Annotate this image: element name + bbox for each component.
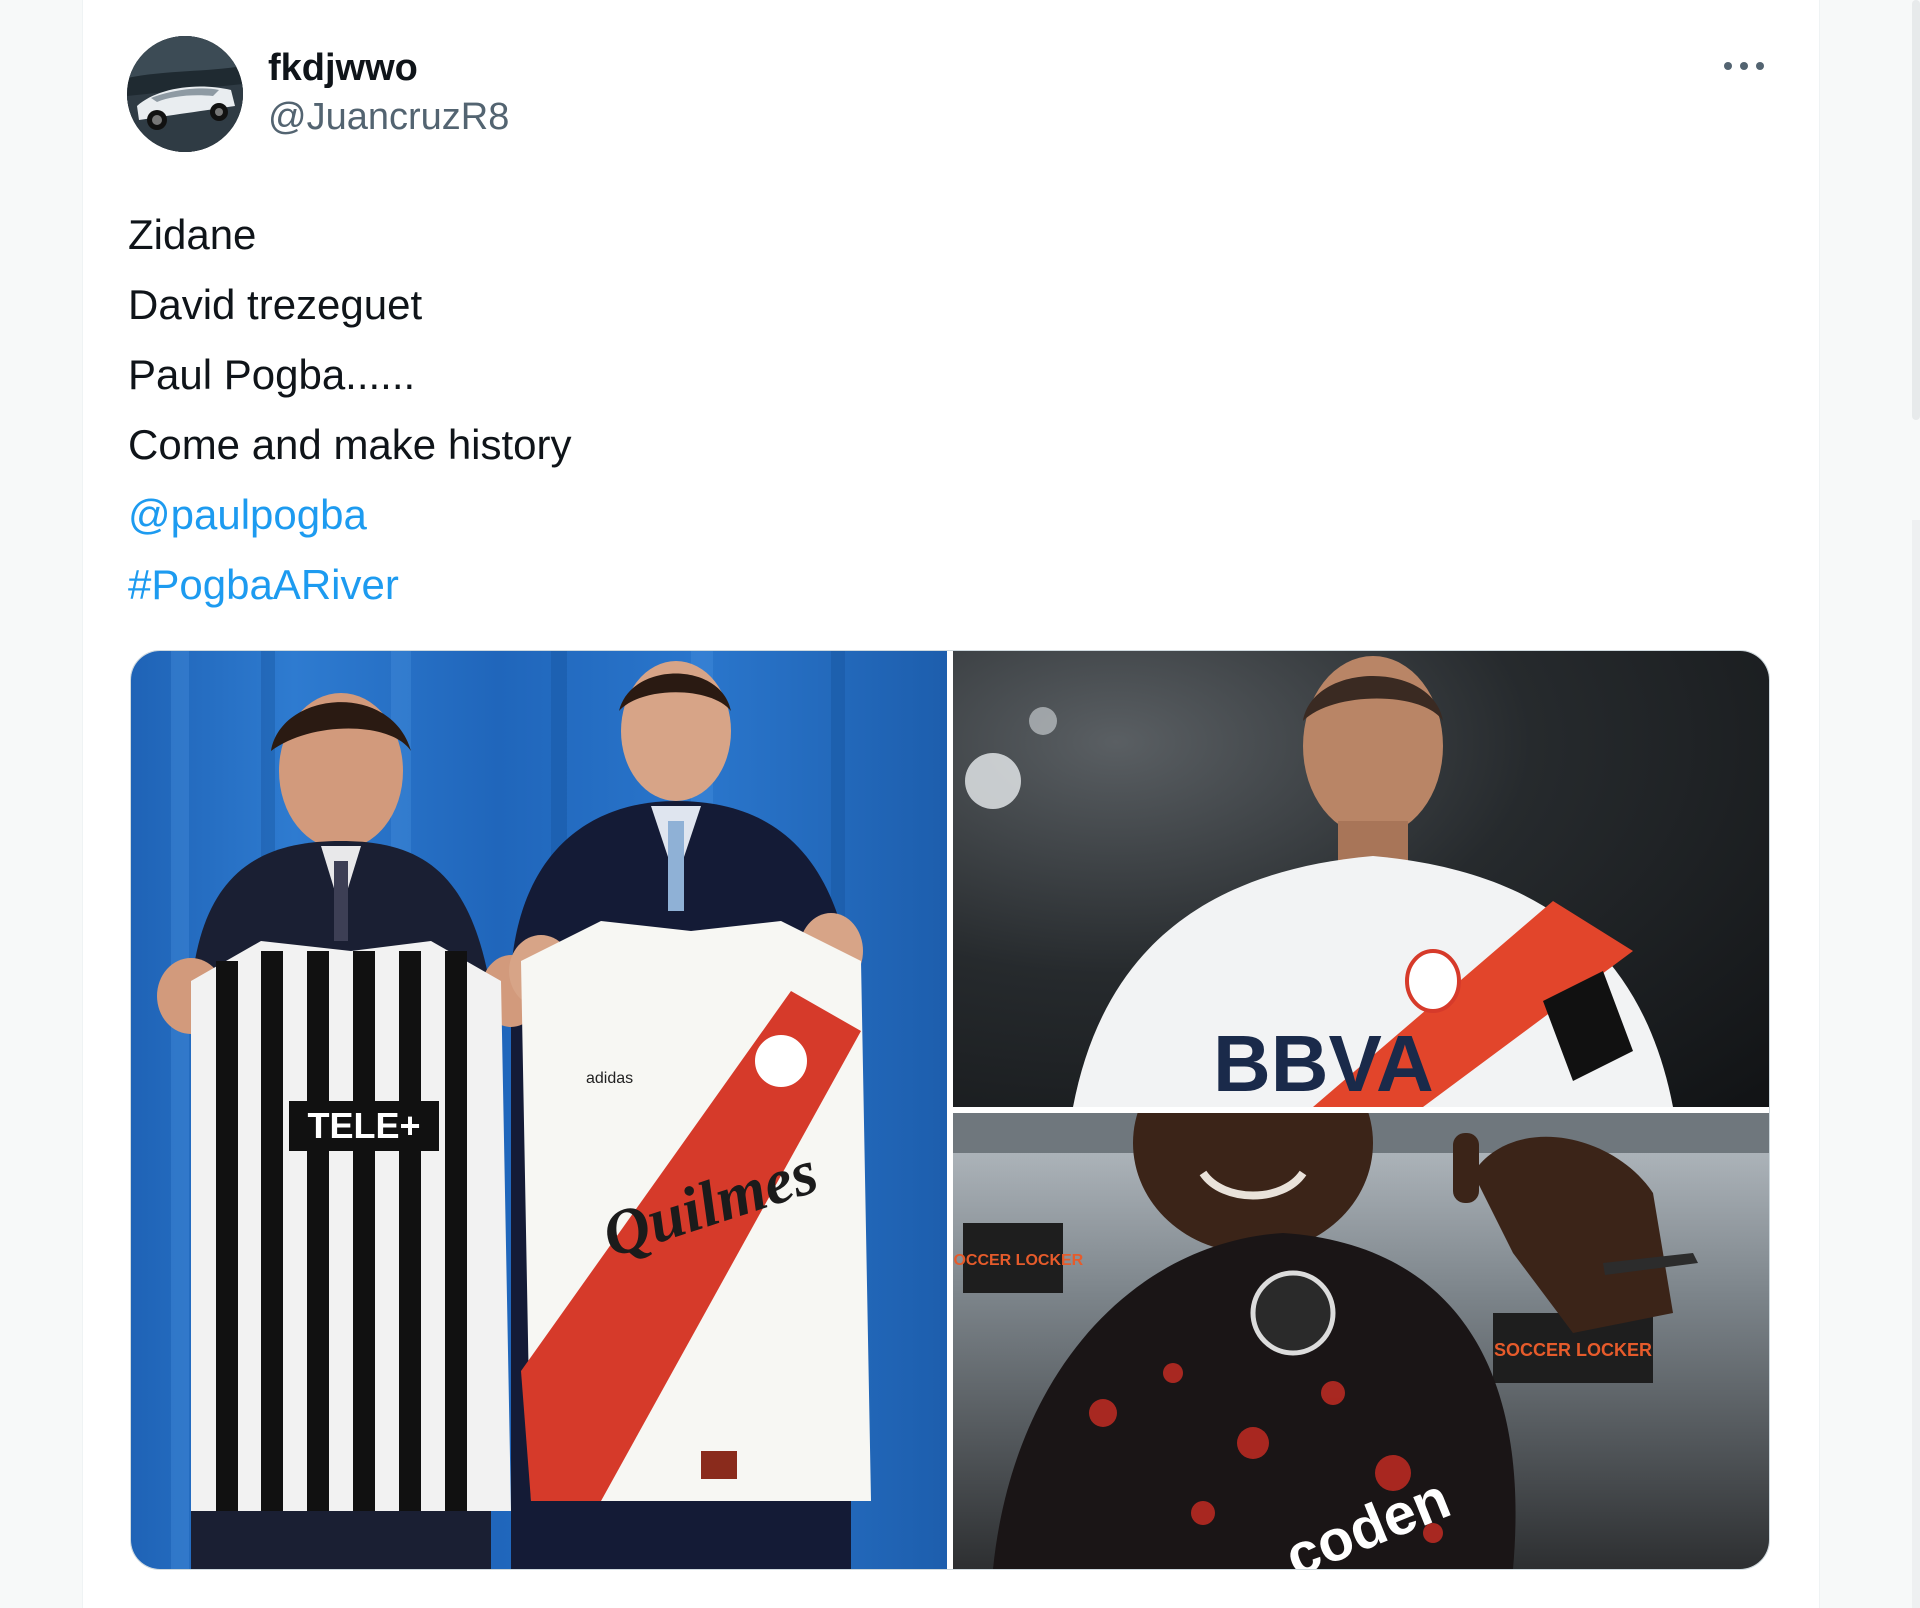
- tweet-text-line: David trezeguet: [128, 281, 423, 328]
- tweet-text-line: Zidane: [128, 211, 257, 258]
- photo-player-river-shirt-illustration: BBVA: [965, 656, 1673, 1107]
- photo-player-thumbs-illustration: SOCCER LOCKER SOCCER LOCKER coden: [953, 1113, 1769, 1569]
- media-photo-left[interactable]: TELE+ adidas Quilmes: [131, 651, 947, 1569]
- author-display-name[interactable]: fkdjwwo: [268, 44, 509, 92]
- shirt-sponsor-tele: TELE+: [307, 1105, 420, 1146]
- author-handle[interactable]: @JuancruzR8: [268, 92, 509, 142]
- media-grid[interactable]: TELE+ adidas Quilmes BBVA SOCCER LOCKER …: [130, 650, 1770, 1570]
- tweet-text-line: Come and make history: [128, 421, 572, 468]
- avatar-car-icon: [127, 36, 243, 152]
- shirt-sponsor-bbva: BBVA: [1213, 1019, 1434, 1107]
- tweet-text: Zidane David trezeguet Paul Pogba...... …: [128, 200, 572, 620]
- media-photo-top-right[interactable]: BBVA: [953, 651, 1769, 1107]
- avatar[interactable]: [127, 36, 243, 152]
- background-sign-right: SOCCER LOCKER: [1494, 1340, 1652, 1360]
- more-button[interactable]: [1712, 42, 1776, 90]
- tweet-text-line: Paul Pogba......: [128, 351, 416, 398]
- hashtag-link[interactable]: #PogbaARiver: [128, 550, 572, 620]
- media-photo-bottom-right[interactable]: SOCCER LOCKER SOCCER LOCKER coden: [953, 1113, 1769, 1569]
- shirt-brand-adidas: adidas: [586, 1070, 633, 1087]
- scrollbar[interactable]: [1912, 0, 1920, 420]
- tweet-author[interactable]: fkdjwwo @JuancruzR8: [268, 44, 509, 142]
- scrollbar-track: [1912, 520, 1920, 1608]
- more-horizontal-icon: [1724, 62, 1764, 70]
- photo-men-with-shirts-illustration: TELE+ adidas Quilmes: [157, 651, 871, 1569]
- page: fkdjwwo @JuancruzR8 Zidane David trezegu…: [0, 0, 1920, 1608]
- background-sign-left: SOCCER LOCKER: [953, 1252, 1084, 1269]
- mention-link[interactable]: @paulpogba: [128, 480, 572, 550]
